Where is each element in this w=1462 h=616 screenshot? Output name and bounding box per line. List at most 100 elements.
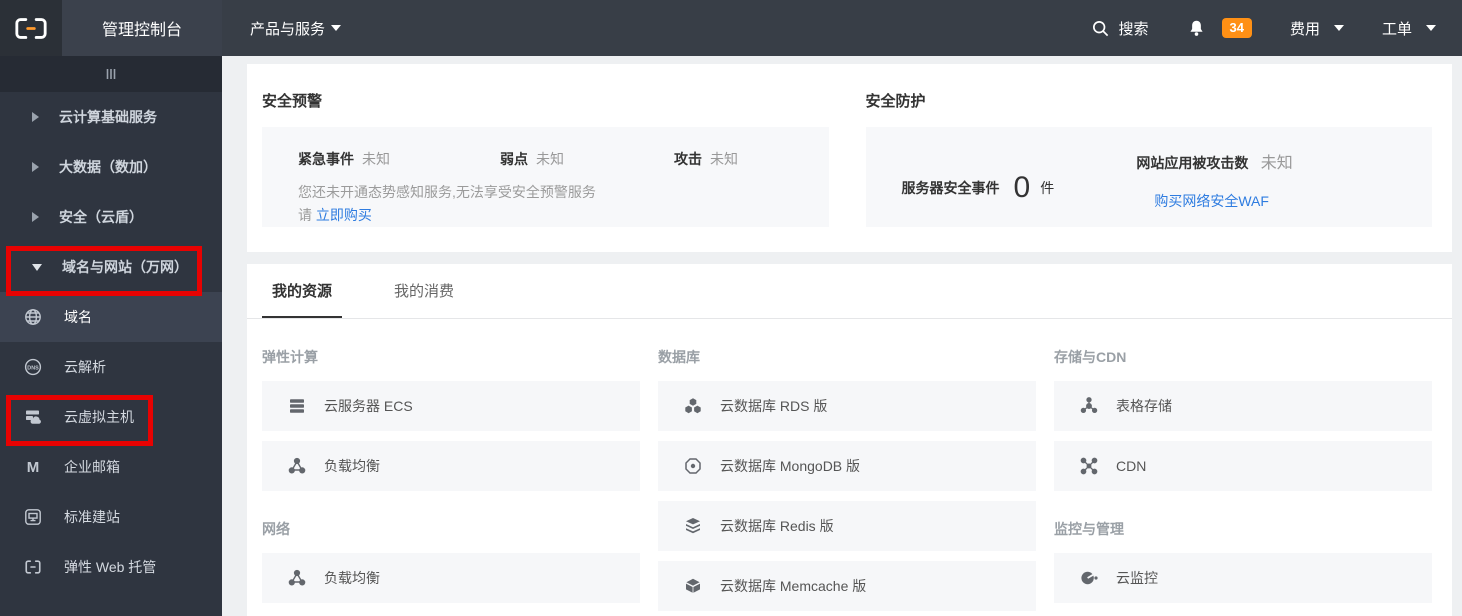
resource-row-ecs[interactable]: 云服务器 ECS xyxy=(262,381,640,431)
mail-icon: M xyxy=(22,457,44,477)
sidebar-group-security[interactable]: 安全（云盾） xyxy=(0,192,222,242)
sidebar-item-elastic-web-hosting[interactable]: 弹性 Web 托管 xyxy=(0,542,222,592)
arrow-right-icon xyxy=(32,112,39,122)
sidebar-item-enterprise-mail[interactable]: M 企业邮箱 xyxy=(0,442,222,492)
resource-label: 云数据库 Memcache 版 xyxy=(720,578,867,594)
situation-awareness-notice: 您还未开通态势感知服务,无法享受安全预警服务 请 立即购买 xyxy=(298,181,809,227)
sidebar-item-label: 云虚拟主机 xyxy=(64,409,134,425)
svg-text:DNS: DNS xyxy=(27,365,39,371)
attack-label: 网站应用被攻击数 xyxy=(1136,155,1249,171)
resource-label: 云数据库 MongoDB 版 xyxy=(720,458,861,474)
sidebar-group-label: 安全（云盾） xyxy=(59,209,143,225)
resource-column: 数据库 云数据库 RDS 版云数据库 MongoDB 版云数据库 Redis 版云… xyxy=(658,319,1036,616)
globe-icon xyxy=(22,307,44,327)
arrow-down-icon xyxy=(32,263,42,271)
stat-value: 未知 xyxy=(362,151,390,167)
billing-menu[interactable]: 费用 xyxy=(1290,18,1344,39)
sidebar-item-cloud-dns[interactable]: DNS 云解析 xyxy=(0,342,222,392)
resources-card: 我的资源 我的消费 弹性计算 云服务器 ECS 负载均衡 网络 负载均衡 数据库 云数据库 R… xyxy=(247,264,1452,616)
resource-label: 负载均衡 xyxy=(324,458,380,474)
stat-weakness: 弱点 未知 xyxy=(500,149,564,169)
sitebuilder-icon xyxy=(22,507,44,527)
stat-label: 弱点 xyxy=(500,151,528,167)
resource-row-slb-network[interactable]: 负载均衡 xyxy=(262,553,640,603)
sidebar-group-label: 域名与网站（万网） xyxy=(62,259,188,275)
svg-text:M: M xyxy=(27,459,40,476)
rds-icon xyxy=(682,396,704,416)
resource-row-memcache[interactable]: 云数据库 Memcache 版 xyxy=(658,561,1036,611)
sidebar-item-site-builder[interactable]: 标准建站 xyxy=(0,492,222,542)
sidebar-collapse-button[interactable] xyxy=(0,56,222,92)
memcache-icon xyxy=(682,576,704,596)
sidebar-item-label: 标准建站 xyxy=(64,509,120,525)
sidebar-item-cloud-virtual-host[interactable]: 云虚拟主机 xyxy=(0,392,222,442)
buy-now-link[interactable]: 立即购买 xyxy=(316,207,372,223)
section-header: 存储与CDN xyxy=(1054,349,1127,365)
resource-row-table-store[interactable]: 表格存储 xyxy=(1054,381,1432,431)
resource-row-cdn[interactable]: CDN xyxy=(1054,441,1432,491)
resource-label: 云数据库 Redis 版 xyxy=(720,518,834,534)
server-security-events: 服务器安全事件 0 件 xyxy=(902,149,1137,227)
chevron-down-icon xyxy=(331,25,342,31)
sidebar-item-label: 企业邮箱 xyxy=(64,459,120,475)
sidebar-item-label: 域名 xyxy=(64,309,92,325)
aliyun-logo-icon xyxy=(14,16,48,41)
sidebar-item-label: 云解析 xyxy=(64,359,106,375)
tab-my-resources[interactable]: 我的资源 xyxy=(262,264,343,318)
search-icon xyxy=(1091,19,1110,38)
cloud-monitor-icon xyxy=(1078,568,1100,588)
buy-waf-link[interactable]: 购买网络安全WAF xyxy=(1154,191,1412,211)
notice-prefix: 请 xyxy=(298,207,312,223)
chevron-down-icon xyxy=(1426,25,1436,31)
resource-row-slb[interactable]: 负载均衡 xyxy=(262,441,640,491)
sidebar-nav: 云计算基础服务 大数据（数加） 安全（云盾） 域名与网站（万网） 域名 DNS 云解析云虚拟… xyxy=(0,92,222,592)
search-button[interactable]: 搜索 xyxy=(1091,18,1149,39)
resource-label: 云监控 xyxy=(1116,570,1158,586)
resource-label: CDN xyxy=(1116,458,1147,474)
security-protection-panel: 服务器安全事件 0 件 网站应用被攻击数 未知 购买网络安全WAF xyxy=(865,127,1432,227)
server-events-value: 0 xyxy=(1013,171,1031,204)
attack-value: 未知 xyxy=(1260,155,1293,172)
resource-row-rds[interactable]: 云数据库 RDS 版 xyxy=(658,381,1036,431)
resource-row-redis[interactable]: 云数据库 Redis 版 xyxy=(658,501,1036,551)
section-header: 网络 xyxy=(262,521,290,537)
sidebar-item-domain[interactable]: 域名 xyxy=(0,292,222,342)
sidebar-item-label: 弹性 Web 托管 xyxy=(64,559,157,575)
resource-row-cloud-monitor[interactable]: 云监控 xyxy=(1054,553,1432,603)
arrow-right-icon xyxy=(32,162,39,172)
console-title[interactable]: 管理控制台 xyxy=(62,0,222,56)
products-menu[interactable]: 产品与服务 xyxy=(222,0,369,56)
sidebar-group-domain-website[interactable]: 域名与网站（万网） xyxy=(0,242,222,292)
resource-label: 云数据库 RDS 版 xyxy=(720,398,828,414)
notification-bell[interactable]: 34 xyxy=(1187,18,1252,38)
mongodb-icon xyxy=(682,456,704,476)
resources-tabbar: 我的资源 我的消费 xyxy=(247,264,1452,319)
security-overview-card: 安全预警 紧急事件 未知 弱点 未知 攻击 未知 您还未开通态势感知服务,无法享… xyxy=(247,64,1452,252)
ticket-label: 工单 xyxy=(1381,20,1412,38)
server-events-label: 服务器安全事件 xyxy=(901,180,1000,196)
sidebar-group-big-data[interactable]: 大数据（数加） xyxy=(0,142,222,192)
topbar: 管理控制台 产品与服务 搜索 34 费用 工单 xyxy=(0,0,1462,56)
search-label: 搜索 xyxy=(1118,20,1149,38)
server-ecs-icon xyxy=(286,396,308,416)
sidebar: 云计算基础服务 大数据（数加） 安全（云盾） 域名与网站（万网） 域名 DNS 云解析云虚拟… xyxy=(0,56,222,616)
security-warning-title: 安全预警 xyxy=(262,93,323,110)
resource-row-mongodb[interactable]: 云数据库 MongoDB 版 xyxy=(658,441,1036,491)
redis-icon xyxy=(682,516,704,536)
sidebar-group-cloud-computing[interactable]: 云计算基础服务 xyxy=(0,92,222,142)
stat-attack: 攻击 未知 xyxy=(674,149,738,169)
stat-label: 紧急事件 xyxy=(298,151,354,167)
elastic-web-icon xyxy=(22,558,44,576)
stat-value: 未知 xyxy=(536,151,564,167)
ticket-menu[interactable]: 工单 xyxy=(1382,18,1436,39)
aliyun-logo[interactable] xyxy=(0,0,62,56)
security-warning-section: 安全预警 紧急事件 未知 弱点 未知 攻击 未知 您还未开通态势感知服务,无法享… xyxy=(247,64,849,252)
sidebar-collapse-icon xyxy=(101,64,121,84)
stat-label: 攻击 xyxy=(674,151,702,167)
resources-grid: 弹性计算 云服务器 ECS 负载均衡 网络 负载均衡 数据库 云数据库 RDS 版云数据库 … xyxy=(247,319,1452,616)
section-header: 弹性计算 xyxy=(262,349,318,365)
stat-value: 未知 xyxy=(710,151,738,167)
arrow-right-icon xyxy=(32,212,39,222)
resource-column: 存储与CDN 表格存储 CDN 监控与管理 云监控 xyxy=(1054,319,1432,616)
tab-my-consumption[interactable]: 我的消费 xyxy=(384,264,464,318)
